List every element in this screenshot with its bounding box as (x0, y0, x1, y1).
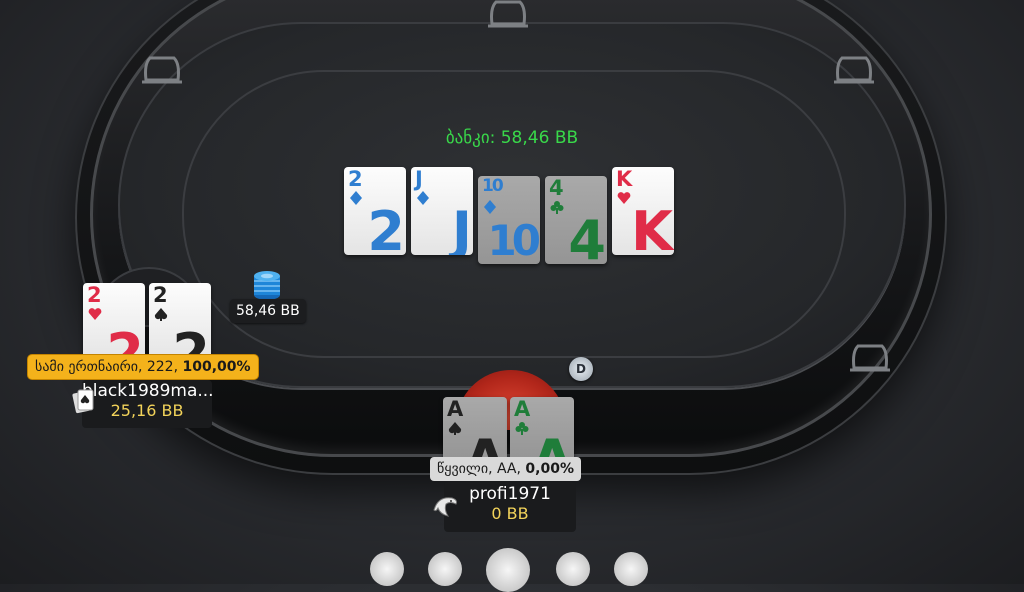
player-name: black1989ma... (82, 381, 214, 401)
board-card: K K (612, 167, 674, 255)
card-rank-large: 10 (487, 216, 540, 264)
avatar-card-icon (72, 389, 94, 414)
hand-equity: 0,00% (525, 461, 574, 477)
card-rank: 2 (348, 167, 363, 191)
hole-card: 2 2 (149, 283, 211, 363)
board-card: 4 4 (545, 176, 607, 264)
card-rank-large: 2 (367, 200, 405, 256)
board-card: 2 2 (344, 167, 406, 255)
card-rank: 10 (482, 176, 504, 196)
heart-icon (88, 308, 102, 320)
card-rank: 4 (549, 176, 564, 200)
action-button[interactable] (556, 552, 590, 586)
card-rank: 2 (153, 283, 168, 307)
empty-seat-icon[interactable] (848, 338, 892, 376)
player-name: profi1971 (469, 484, 551, 504)
chip-stack-icon (254, 271, 280, 300)
diamond-icon (350, 191, 362, 205)
empty-seat-icon[interactable] (832, 50, 876, 88)
dealer-button: D (569, 357, 593, 381)
action-button[interactable] (614, 552, 648, 586)
hole-card: A A (443, 397, 507, 461)
empty-seat-icon[interactable] (486, 0, 530, 32)
hand-equity: 100,00% (182, 359, 251, 375)
player-stack: 25,16 BB (110, 401, 184, 420)
card-rank: A (447, 397, 463, 421)
hand-result-tag: სამი ერთნაირი, 222, 100,00% (28, 355, 258, 379)
diamond-icon (417, 191, 429, 205)
heart-icon (617, 192, 631, 204)
bet-amount: 58,46 BB (230, 299, 306, 323)
card-rank: A (514, 397, 530, 421)
pot-label: ბანკი: 58,46 BB (445, 128, 579, 148)
action-button[interactable] (486, 548, 530, 592)
action-button[interactable] (428, 552, 462, 586)
card-rank-large: J (451, 200, 472, 256)
spade-icon (154, 308, 168, 321)
club-icon (515, 422, 529, 435)
card-rank: J (415, 167, 423, 191)
hand-result-tag: წყვილი, AA, 0,00% (430, 457, 581, 481)
card-rank: 2 (87, 283, 102, 307)
player-info-left[interactable]: black1989ma... 25,16 BB (82, 380, 214, 428)
player-info-bottom[interactable]: profi1971 0 BB (444, 482, 576, 532)
action-button[interactable] (370, 552, 404, 586)
board-card: 10 10 (478, 176, 540, 264)
hole-card: A A (510, 397, 574, 461)
card-rank-large: K (631, 200, 673, 256)
empty-seat-icon[interactable] (140, 50, 184, 88)
hole-card: 2 2 (83, 283, 145, 363)
card-rank-large: 4 (568, 209, 606, 265)
board-card: J J (411, 167, 473, 255)
player-stack: 0 BB (491, 504, 529, 523)
diamond-icon (484, 200, 496, 214)
card-rank: K (616, 167, 632, 191)
avatar-dolphin-icon (433, 497, 457, 517)
spade-icon (448, 422, 462, 435)
club-icon (550, 201, 564, 214)
hand-result-text: წყვილი, AA, (437, 461, 526, 477)
hand-result-text: სამი ერთნაირი, 222, (35, 359, 183, 375)
